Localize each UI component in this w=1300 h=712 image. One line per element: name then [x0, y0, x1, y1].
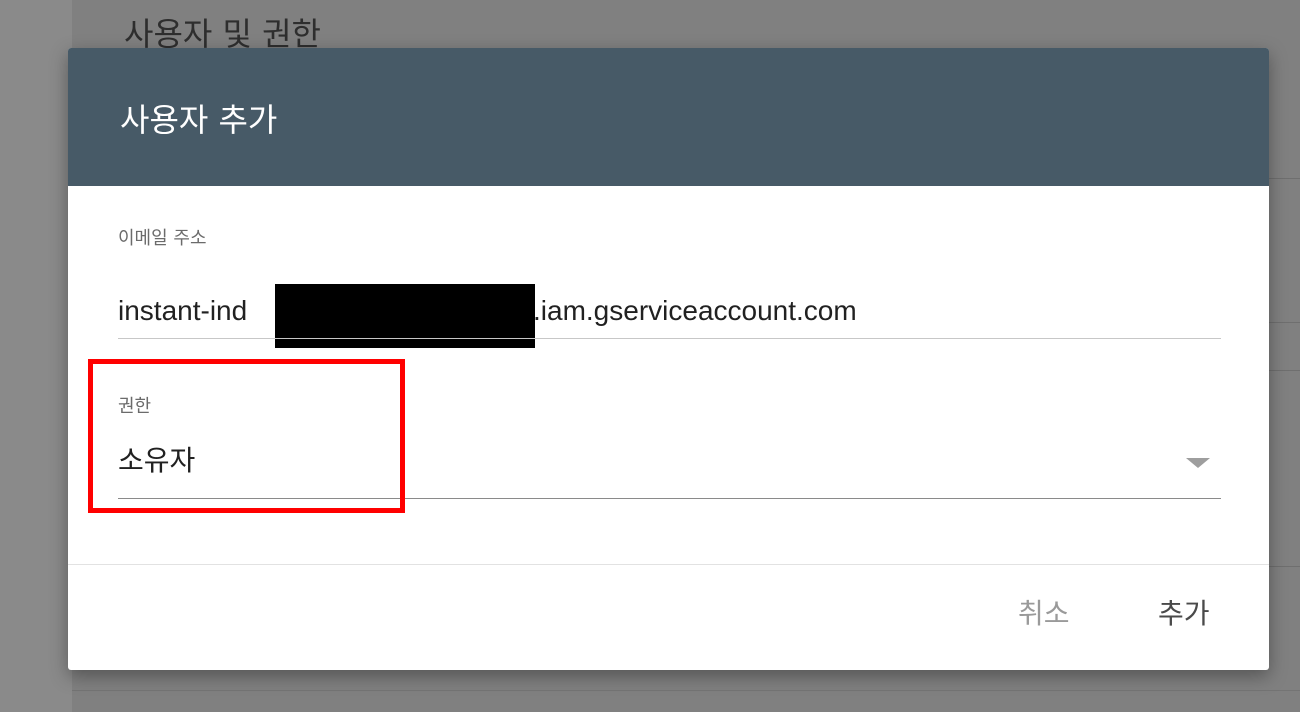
background-divider	[1268, 322, 1300, 323]
add-user-dialog: 사용자 추가 이메일 주소 instant-ind .iam.gservicea…	[68, 48, 1269, 670]
add-button[interactable]: 추가	[1158, 596, 1210, 632]
email-field-label: 이메일 주소	[118, 228, 207, 249]
actions-divider	[68, 564, 1269, 565]
dialog-header: 사용자 추가	[68, 48, 1269, 186]
background-divider	[1268, 370, 1300, 371]
email-field-underline	[118, 338, 1221, 339]
background-divider	[1268, 178, 1300, 179]
highlight-box	[88, 359, 405, 513]
cancel-button[interactable]: 취소	[1018, 596, 1070, 632]
dropdown-arrow-icon[interactable]	[1186, 458, 1210, 468]
background-divider	[72, 690, 1300, 691]
email-field-suffix: .iam.gserviceaccount.com	[533, 295, 857, 326]
background-divider	[1268, 566, 1300, 567]
email-field[interactable]: instant-ind	[118, 294, 247, 328]
background-sidebar	[0, 0, 72, 712]
dialog-title: 사용자 추가	[120, 101, 278, 139]
